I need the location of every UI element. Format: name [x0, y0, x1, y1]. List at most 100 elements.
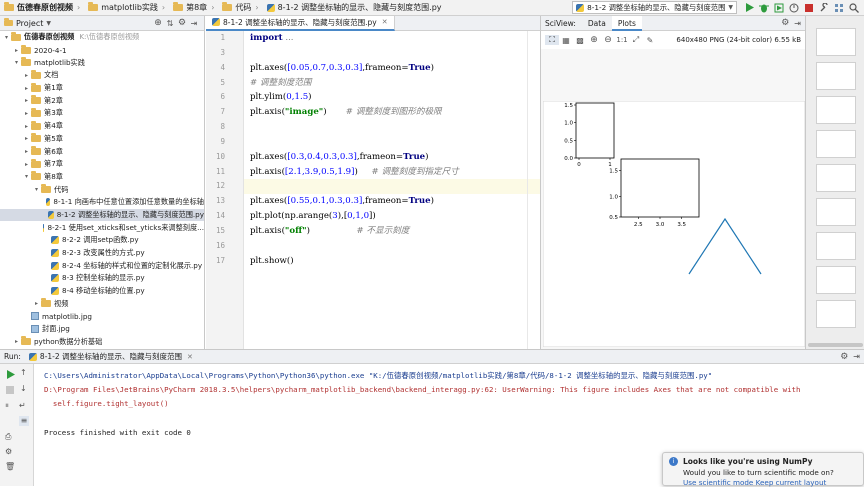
tree-folder[interactable]: ▾ 第8章 — [0, 171, 204, 184]
grid-icon[interactable]: ▦ — [559, 36, 573, 45]
expand-arrow-icon[interactable]: ▸ — [12, 338, 21, 345]
tree-folder[interactable]: ▾ matplotlib实践 — [0, 56, 204, 69]
trash-icon[interactable]: 🗑 — [5, 462, 15, 471]
gear-icon[interactable]: ⚙ — [781, 18, 789, 28]
coverage-button[interactable] — [772, 1, 786, 15]
tree-file[interactable]: 8-2-4 坐标轴的样式和位置的定制化展示.py — [0, 259, 204, 272]
expand-arrow-icon[interactable]: ▾ — [22, 173, 31, 180]
fit-window-icon[interactable]: ⤢ — [629, 35, 643, 45]
actual-size-button[interactable]: 1:1 — [615, 36, 629, 44]
debug-button[interactable] — [757, 1, 771, 15]
restore-layout-icon[interactable]: ≡ — [19, 416, 29, 426]
tree-file[interactable]: 8-3 控制坐标轴的显示.py — [0, 272, 204, 285]
pause-icon[interactable]: ⏸ — [5, 401, 9, 411]
expand-arrow-icon[interactable]: ▸ — [22, 123, 31, 130]
tree-folder[interactable]: ▸ python数据分析基础 — [0, 336, 204, 349]
plot-thumbnail[interactable] — [816, 130, 856, 158]
scroll-up-icon[interactable]: ↑ — [20, 368, 27, 377]
expand-arrow-icon[interactable]: ▾ — [2, 34, 11, 41]
stop-button[interactable] — [6, 386, 14, 394]
scroll-down-icon[interactable]: ↓ — [20, 384, 27, 393]
chessboard-icon[interactable]: ▩ — [573, 36, 587, 45]
run-tab[interactable]: 8-1-2 调整坐标轴的显示、隐藏与刻度范围 — [40, 351, 182, 362]
expand-arrow-icon[interactable]: ▸ — [12, 47, 21, 54]
breadcrumb-item[interactable]: 代码 › — [218, 0, 262, 16]
search-icon[interactable] — [847, 1, 861, 15]
code-editor[interactable]: import ... plt.axes([0.05,0.7,0.3,0.3],fr… — [244, 31, 540, 349]
tree-folder[interactable]: ▸ 第1章 — [0, 82, 204, 95]
collapse-icon[interactable]: ⇅ — [164, 19, 176, 28]
wrench-icon[interactable] — [817, 1, 831, 15]
hide-icon[interactable]: ⇥ — [853, 352, 860, 361]
tree-file[interactable]: 8-2-2 调用setp函数.py — [0, 234, 204, 247]
close-icon[interactable]: ✕ — [187, 353, 193, 361]
tree-file[interactable]: 8-1-2 调整坐标轴的显示、隐藏与刻度范围.py — [0, 208, 204, 222]
expand-arrow-icon[interactable]: ▸ — [22, 161, 31, 168]
plot-thumbnail[interactable] — [816, 96, 856, 124]
plot-thumbnail[interactable] — [816, 266, 856, 294]
plot-thumbnail[interactable] — [816, 232, 856, 260]
plot-thumbnail[interactable] — [816, 198, 856, 226]
expand-arrow-icon[interactable]: ▸ — [22, 148, 31, 155]
tree-folder[interactable]: ▸ 第2章 — [0, 94, 204, 107]
expand-arrow-icon[interactable]: ▾ — [32, 186, 41, 193]
tree-folder[interactable]: ▸ 第6章 — [0, 145, 204, 158]
tree-folder[interactable]: ▸ 第3章 — [0, 107, 204, 120]
expand-arrow-icon[interactable]: ▸ — [22, 110, 31, 117]
numpy-notification[interactable]: i Looks like you're using NumPy Would yo… — [662, 452, 864, 487]
expand-arrow-icon[interactable]: ▸ — [32, 300, 41, 307]
breadcrumb-item[interactable]: matplotlib实践 › — [84, 0, 169, 16]
tab-plots[interactable]: Plots — [611, 15, 642, 31]
tree-file[interactable]: 8-1-1 向画布中任意位置添加任意数量的坐标轴 — [0, 196, 204, 209]
tree-file[interactable]: 封面.jpg — [0, 323, 204, 336]
tree-folder[interactable]: ▾ 伍德春原创视频 K:\伍德春原创视频 — [0, 31, 204, 44]
rerun-button[interactable] — [6, 370, 15, 379]
tree-file[interactable]: 8-4 移动坐标轴的位置.py — [0, 285, 204, 298]
tree-folder[interactable]: ▸ 视频 — [0, 297, 204, 310]
hide-icon[interactable]: ⇥ — [794, 19, 801, 28]
breadcrumb-item[interactable]: 伍德春原创视频 › — [0, 0, 84, 16]
tree-folder[interactable]: ▸ 第4章 — [0, 120, 204, 133]
settings-icon[interactable]: ⚙ — [5, 447, 12, 456]
zoom-in-icon[interactable]: ⊕ — [587, 35, 601, 45]
expand-arrow-icon[interactable]: ▾ — [12, 59, 21, 66]
expand-arrow-icon[interactable]: ▸ — [22, 85, 31, 92]
eyedropper-icon[interactable]: ✎ — [643, 36, 657, 45]
breadcrumb-item[interactable]: 8-1-2 调整坐标轴的显示、隐藏与刻度范围.py — [263, 0, 446, 16]
thumbnail-scrollbar[interactable] — [808, 343, 863, 347]
plot-thumbnail[interactable] — [816, 62, 856, 90]
tab-data[interactable]: Data — [582, 16, 612, 31]
locate-icon[interactable]: ⊕ — [152, 18, 164, 28]
fit-icon[interactable]: ⛶ — [545, 35, 559, 45]
tree-folder[interactable]: ▸ 文档 — [0, 69, 204, 82]
zoom-out-icon[interactable]: ⊖ — [601, 35, 615, 45]
close-icon[interactable]: ✕ — [382, 18, 388, 26]
gear-icon[interactable]: ⚙ — [176, 18, 188, 28]
soft-wrap-icon[interactable]: ↵ — [19, 401, 26, 410]
plot-thumbnail[interactable] — [816, 28, 856, 56]
profile-button[interactable] — [787, 1, 801, 15]
hide-icon[interactable]: ⇥ — [188, 19, 200, 28]
expand-arrow-icon[interactable]: ▸ — [22, 97, 31, 104]
tree-file[interactable]: 8-2-3 改变属性的方式.py — [0, 247, 204, 260]
expand-arrow-icon[interactable]: ▸ — [22, 72, 31, 79]
stop-button[interactable] — [802, 1, 816, 15]
tree-folder[interactable]: ▸ 2020-4-1 — [0, 44, 204, 57]
tree-file[interactable]: 8-2-1 使用set_xticks和set_yticks来调整刻度... — [0, 221, 204, 234]
tree-folder[interactable]: ▾ 代码 — [0, 183, 204, 196]
gear-icon[interactable]: ⚙ — [840, 352, 848, 362]
project-structure-icon[interactable] — [832, 1, 846, 15]
breadcrumb-item[interactable]: 第8章 › — [169, 0, 218, 16]
expand-arrow-icon[interactable]: ▸ — [22, 135, 31, 142]
project-title[interactable]: Project — [16, 19, 43, 28]
tree-folder[interactable]: ▸ 第5章 — [0, 133, 204, 146]
run-config-selector[interactable]: 8-1-2 调整坐标轴的显示、隐藏与刻度范围 ▼ — [572, 1, 737, 14]
plot-thumbnail[interactable] — [816, 164, 856, 192]
run-button[interactable] — [742, 1, 756, 15]
tree-folder[interactable]: ▸ 第7章 — [0, 158, 204, 171]
chevron-down-icon[interactable]: ▼ — [46, 20, 51, 27]
tree-file[interactable]: matplotlib.jpg — [0, 310, 204, 323]
print-icon[interactable]: ⎙ — [5, 432, 11, 442]
editor-tab[interactable]: 8-1-2 调整坐标轴的显示、隐藏与刻度范围.py ✕ — [206, 15, 395, 31]
plot-thumbnail[interactable] — [816, 300, 856, 328]
